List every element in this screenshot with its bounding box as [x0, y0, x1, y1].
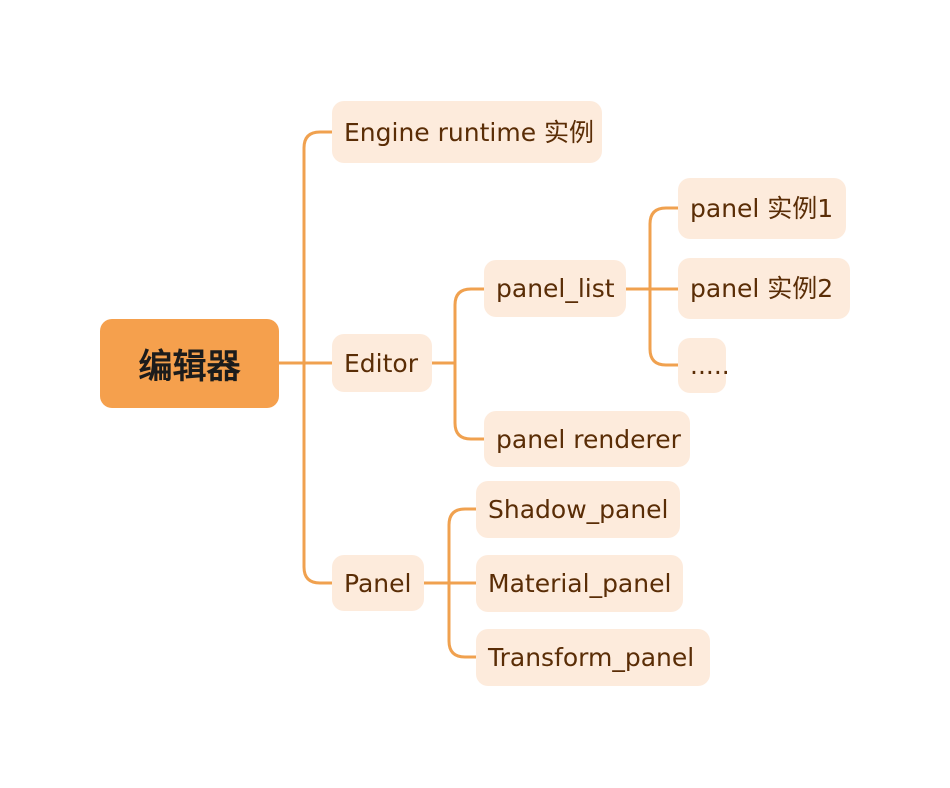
node-panel[interactable]: Panel [332, 555, 424, 611]
root-label: 编辑器 [138, 347, 241, 387]
node-label: panel 实例1 [690, 194, 834, 223]
node-panel-renderer[interactable]: panel renderer [484, 411, 690, 467]
connector-panel-transform [447, 581, 480, 659]
node-label: panel renderer [496, 424, 681, 454]
node-label: Material_panel [488, 569, 672, 598]
connector-panel-shadow [422, 507, 480, 585]
node-panel-instance-1[interactable]: panel 实例1 [678, 178, 846, 239]
node-label: ..... [690, 351, 730, 380]
node-label: Panel [344, 568, 412, 598]
connector-root-engine [276, 130, 336, 365]
node-engine-runtime[interactable]: Engine runtime 实例 [332, 101, 602, 163]
node-more[interactable]: ..... [678, 338, 730, 393]
node-editor[interactable]: Editor [332, 334, 432, 392]
connector-list-instance1 [624, 206, 682, 291]
node-label: Shadow_panel [488, 495, 669, 524]
node-shadow-panel[interactable]: Shadow_panel [476, 481, 680, 538]
connector-root-panel [302, 361, 336, 585]
connector-editor-panel-list [430, 287, 487, 365]
node-label: panel_list [496, 274, 615, 303]
node-material-panel[interactable]: Material_panel [476, 555, 683, 612]
node-label: Engine runtime 实例 [344, 117, 595, 147]
node-panel-instance-2[interactable]: panel 实例2 [678, 258, 850, 319]
node-label: Transform_panel [488, 643, 695, 672]
root-node[interactable]: 编辑器 [100, 319, 279, 408]
connector-editor-panel-renderer [453, 361, 487, 441]
node-panel-list[interactable]: panel_list [484, 260, 626, 317]
node-label: Editor [344, 348, 418, 378]
node-transform-panel[interactable]: Transform_panel [476, 629, 710, 686]
node-label: panel 实例2 [690, 274, 834, 303]
connector-list-more [648, 287, 682, 367]
